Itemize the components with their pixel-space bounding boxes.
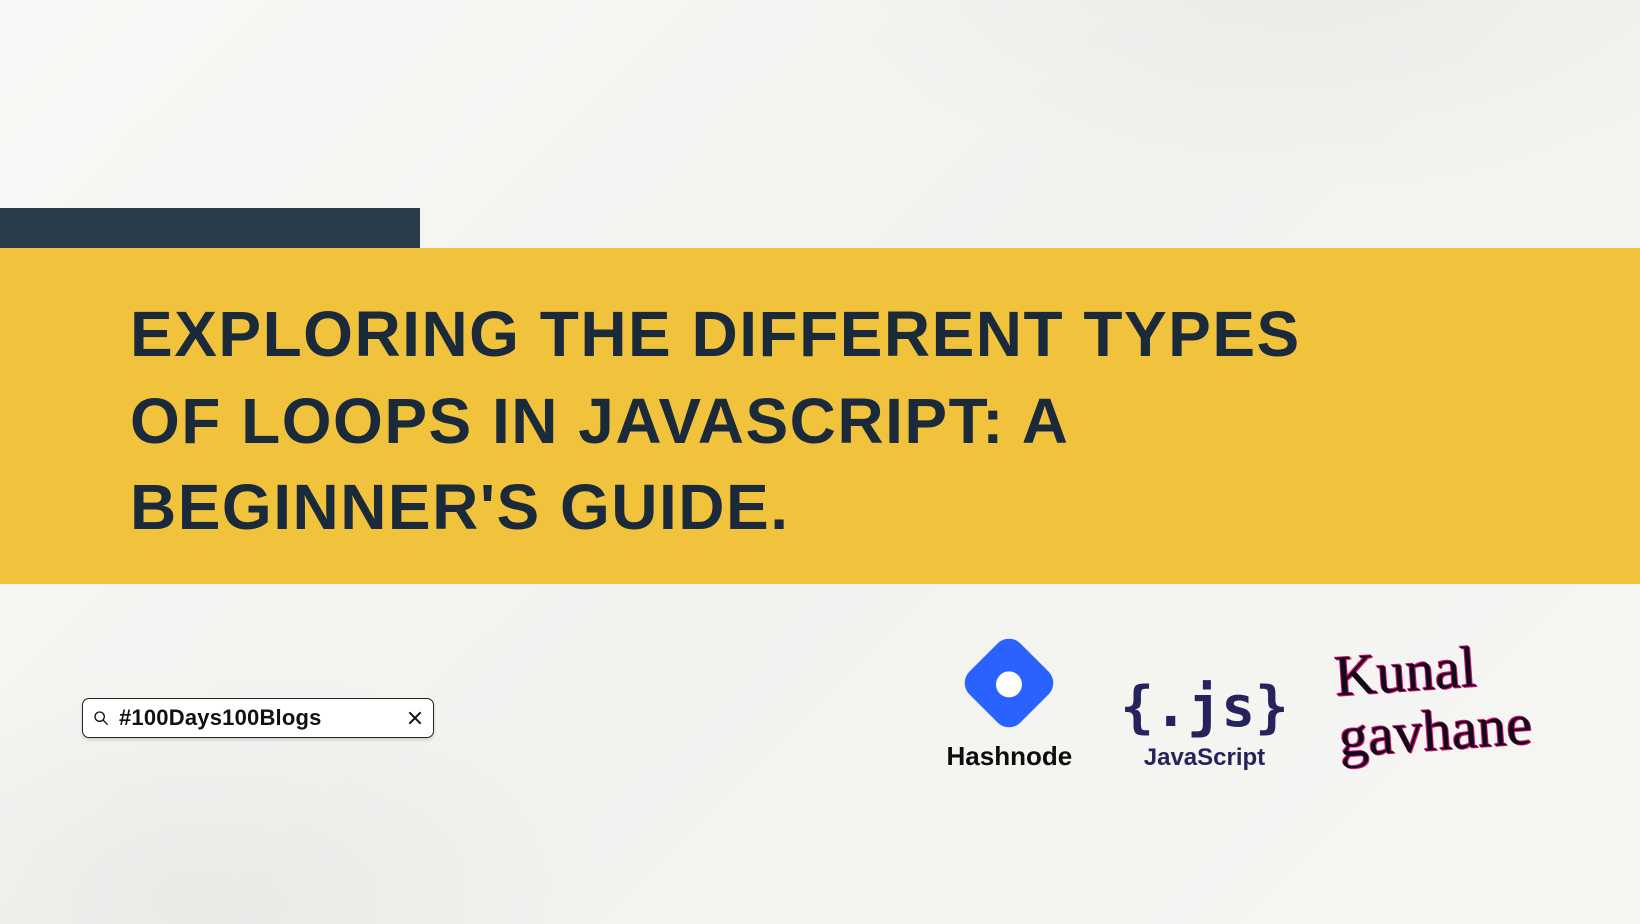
close-icon [407,710,423,726]
js-brace-icon: {.js} [1120,680,1289,736]
logo-row: Hashnode {.js} JavaScript Kunal gavhane [947,640,1531,772]
signature-line-2: gavhane [1337,694,1534,768]
hashnode-label: Hashnode [947,741,1073,772]
hashtag-text: #100Days100Blogs [119,705,397,731]
page-title: EXPLORING THE DIFFERENT TYPES OF LOOPS I… [130,291,1330,550]
hashtag-pill: #100Days100Blogs [82,698,434,738]
author-signature: Kunal gavhane [1332,633,1534,778]
decorative-diagonal [340,208,400,248]
javascript-label: JavaScript [1144,744,1265,772]
search-icon [93,710,109,726]
hashnode-icon [958,632,1060,734]
javascript-logo: {.js} JavaScript [1120,680,1289,772]
title-block: EXPLORING THE DIFFERENT TYPES OF LOOPS I… [0,248,1640,584]
hashnode-logo: Hashnode [947,647,1073,772]
